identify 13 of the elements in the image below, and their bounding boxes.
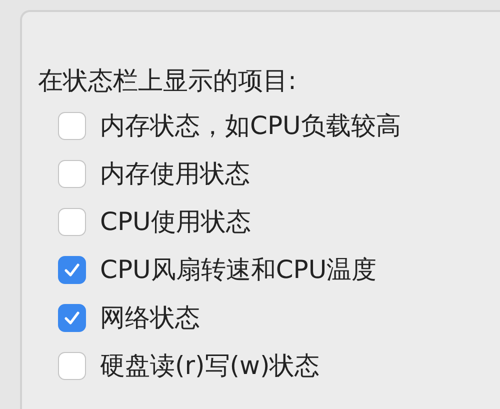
checkbox[interactable] — [58, 208, 86, 236]
checkbox[interactable] — [58, 256, 86, 284]
checkbox[interactable] — [58, 112, 86, 140]
checkbox-label: CPU使用状态 — [100, 206, 251, 238]
checkbox-label: 硬盘读(r)写(w)状态 — [100, 350, 320, 382]
checkbox-label: 内存使用状态 — [100, 158, 250, 190]
checkbox-label: 网络状态 — [100, 302, 200, 334]
checkbox[interactable] — [58, 352, 86, 380]
checkbox-label: 内存状态，如CPU负载较高 — [100, 110, 401, 142]
checkbox-label: CPU风扇转速和CPU温度 — [100, 254, 377, 286]
checkbox[interactable] — [58, 304, 86, 332]
section-title: 在状态栏上显示的项目: — [38, 65, 298, 97]
checkbox[interactable] — [58, 160, 86, 188]
